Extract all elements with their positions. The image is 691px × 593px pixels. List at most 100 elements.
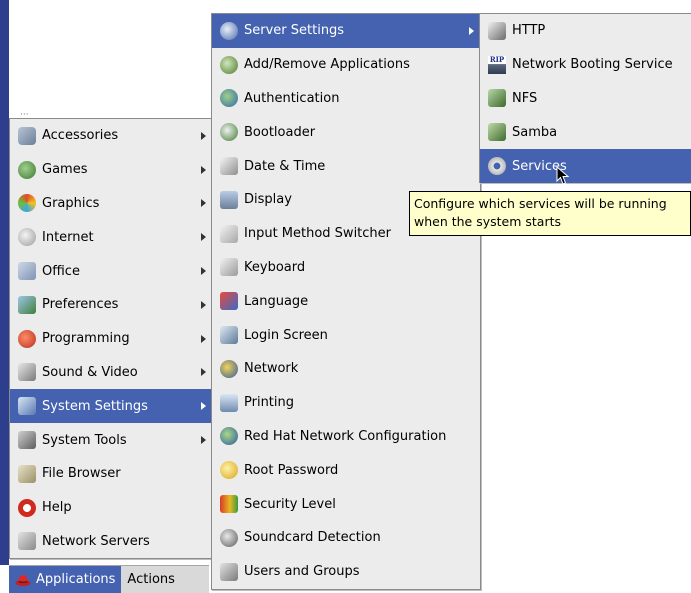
menu-item-label: Preferences [42, 297, 119, 313]
menu-item-label: System Settings [42, 398, 148, 414]
file-browser-icon [18, 464, 36, 483]
menu-item-label: Office [42, 263, 80, 279]
applications-menu-button[interactable]: Applications [9, 566, 122, 593]
soundcard-icon [220, 528, 238, 547]
system-settings-icon [18, 397, 36, 416]
language-icon [220, 292, 238, 311]
menu-item-label: Network [244, 361, 299, 377]
keyboard-icon [220, 258, 238, 277]
menu-item-preferences[interactable]: Preferences [10, 288, 212, 322]
network-servers-icon [18, 532, 36, 551]
submenu-arrow-icon [201, 368, 206, 377]
nfs-icon [488, 89, 506, 108]
menu-item-soundcard-detection[interactable]: Soundcard Detection [212, 521, 480, 555]
date-time-icon [220, 157, 238, 176]
menu-item-label: File Browser [42, 466, 121, 482]
menu-item-graphics[interactable]: Graphics [10, 187, 212, 221]
menu-item-label: Users and Groups [244, 564, 360, 580]
menu-item-network[interactable]: Network [212, 352, 480, 386]
printing-icon [220, 393, 238, 412]
menu-item-keyboard[interactable]: Keyboard [212, 251, 480, 285]
actions-menu-button[interactable]: Actions [127, 572, 175, 587]
input-method-icon [220, 224, 238, 243]
menu-item-users-and-groups[interactable]: Users and Groups [212, 555, 480, 589]
menu-item-network-booting-service[interactable]: RIP Network Booting Service [480, 48, 691, 82]
menu-item-server-settings[interactable]: Server Settings [212, 14, 480, 48]
users-groups-icon [220, 562, 238, 581]
bootloader-icon [220, 123, 238, 142]
menu-item-label: Login Screen [244, 327, 328, 343]
tooltip-line-2: when the system starts [414, 214, 562, 229]
programming-icon [18, 329, 36, 348]
menu-item-games[interactable]: Games [10, 153, 212, 187]
menu-item-security-level[interactable]: Security Level [212, 487, 480, 521]
network-booting-badge: RIP [489, 54, 505, 64]
graphics-icon [18, 194, 36, 213]
menu-item-programming[interactable]: Programming [10, 322, 212, 356]
help-icon [18, 498, 36, 517]
menu-item-red-hat-network-configuration[interactable]: Red Hat Network Configuration [212, 420, 480, 454]
system-settings-menu: Server Settings Add/Remove Applications … [211, 13, 481, 590]
menu-item-authentication[interactable]: Authentication [212, 82, 480, 116]
menu-item-label: Samba [512, 124, 558, 140]
network-icon [220, 359, 238, 378]
network-booting-icon: RIP [488, 54, 506, 74]
submenu-arrow-icon [201, 233, 206, 242]
menu-item-label: Display [244, 192, 292, 208]
security-level-icon [220, 495, 238, 514]
services-tooltip: Configure which services will be running… [409, 191, 691, 236]
menu-item-label: Keyboard [244, 259, 306, 275]
bottom-panel: Applications Actions [9, 565, 209, 593]
games-icon [18, 160, 36, 179]
menu-item-language[interactable]: Language [212, 284, 480, 318]
submenu-arrow-icon [201, 402, 206, 411]
menu-item-label: Red Hat Network Configuration [244, 428, 447, 444]
submenu-arrow-icon [201, 334, 206, 343]
add-remove-icon [220, 55, 238, 74]
menu-item-label: Graphics [42, 195, 100, 211]
menu-item-nfs[interactable]: NFS [480, 82, 691, 116]
menu-item-system-settings[interactable]: System Settings [10, 389, 212, 424]
desktop-background [0, 0, 9, 565]
services-icon [488, 157, 506, 176]
menu-item-network-servers[interactable]: Network Servers [10, 525, 212, 559]
menu-item-login-screen[interactable]: Login Screen [212, 318, 480, 352]
menu-item-bootloader[interactable]: Bootloader [212, 115, 480, 149]
menu-item-root-password[interactable]: Root Password [212, 453, 480, 487]
submenu-arrow-icon [201, 165, 206, 174]
menu-item-help[interactable]: Help [10, 491, 212, 525]
menu-item-sound-video[interactable]: Sound & Video [10, 356, 212, 390]
applications-menu: Accessories Games Graphics Internet Offi… [9, 118, 213, 560]
menu-item-label: Language [244, 293, 309, 309]
menu-item-http[interactable]: HTTP [480, 14, 691, 48]
mouse-cursor-icon [556, 166, 570, 185]
submenu-arrow-icon [469, 26, 474, 35]
submenu-arrow-icon [201, 199, 206, 208]
menu-item-label: NFS [512, 90, 538, 106]
menu-item-internet[interactable]: Internet [10, 220, 212, 254]
menu-item-add-remove-applications[interactable]: Add/Remove Applications [212, 48, 480, 82]
menu-item-label: Internet [42, 229, 94, 245]
menu-item-label: Input Method Switcher [244, 226, 392, 242]
internet-icon [18, 228, 36, 247]
menu-item-label: Security Level [244, 496, 336, 512]
menu-item-date-time[interactable]: Date & Time [212, 149, 480, 183]
menu-item-label: Programming [42, 331, 130, 347]
menu-item-label: Date & Time [244, 158, 326, 174]
menu-item-file-browser[interactable]: File Browser [10, 457, 212, 491]
red-hat-network-icon [220, 427, 238, 446]
preferences-icon [18, 295, 36, 314]
menu-item-office[interactable]: Office [10, 254, 212, 288]
menu-item-label: Server Settings [244, 23, 345, 39]
menu-item-label: Add/Remove Applications [244, 57, 410, 73]
server-settings-menu: HTTP RIP Network Booting Service NFS Sam… [479, 13, 691, 183]
menu-item-samba[interactable]: Samba [480, 115, 691, 149]
menu-item-label: System Tools [42, 432, 127, 448]
sound-video-icon [18, 363, 36, 382]
menu-item-printing[interactable]: Printing [212, 386, 480, 420]
menu-item-accessories[interactable]: Accessories [10, 119, 212, 153]
server-settings-icon [220, 21, 238, 40]
menu-item-services[interactable]: Services [480, 149, 691, 183]
menu-item-system-tools[interactable]: System Tools [10, 423, 212, 457]
menu-item-label: Network Booting Service [512, 57, 673, 73]
